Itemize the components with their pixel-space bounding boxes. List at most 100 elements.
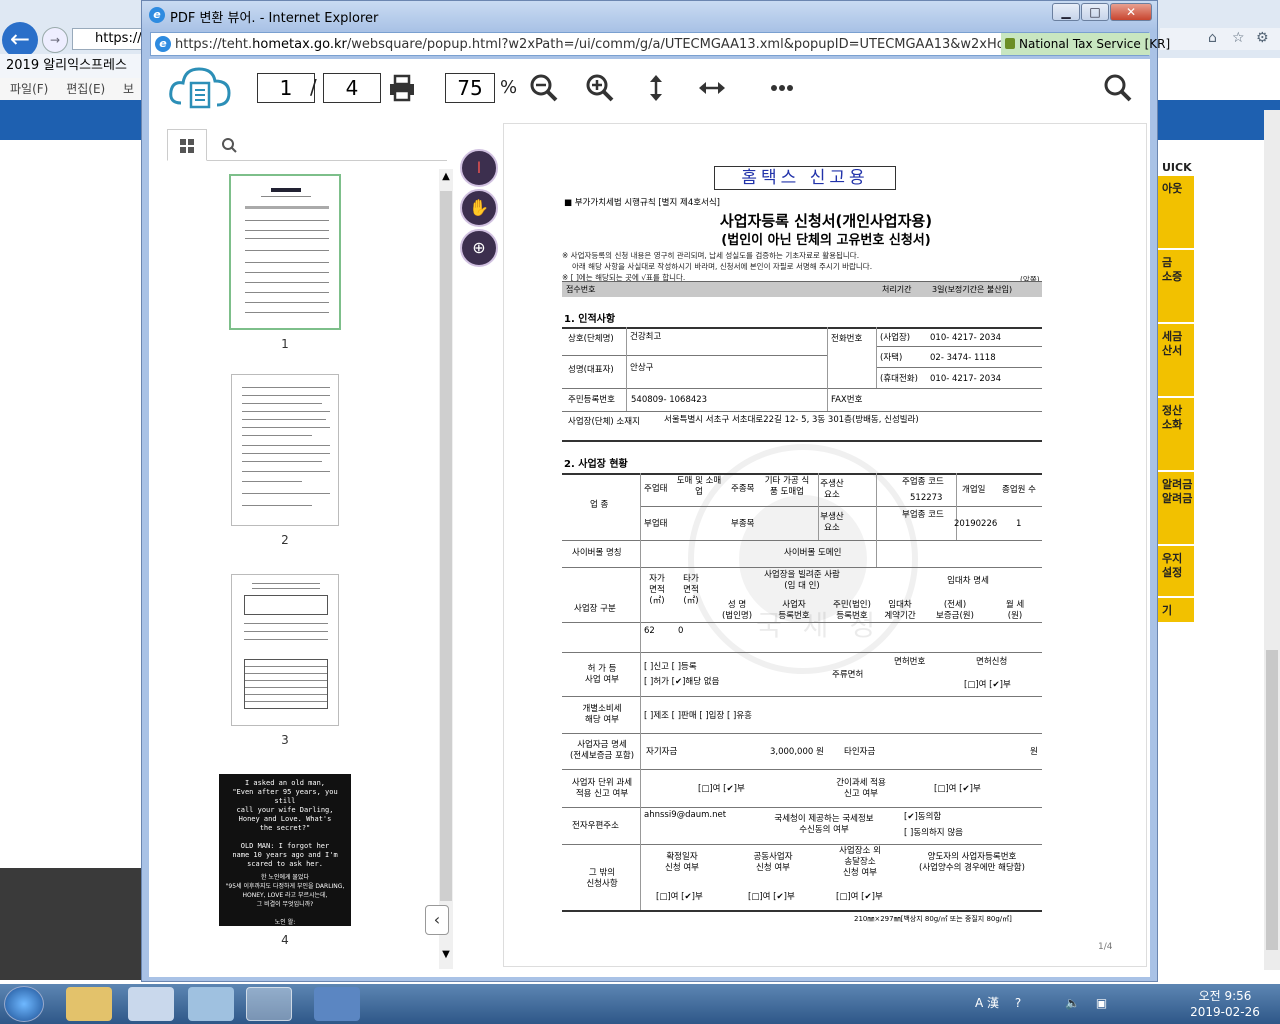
phone-mobile-value: 010- 4217- 2034 xyxy=(930,374,1002,384)
fit-width-icon[interactable] xyxy=(697,73,727,103)
forward-button[interactable]: → xyxy=(42,27,68,53)
simple-tax-label: 간이과세 적용 신고 여부 xyxy=(836,778,886,799)
menu-file[interactable]: 파일(F) xyxy=(10,82,48,96)
quick-item[interactable]: 알려금 알려금 xyxy=(1158,472,1194,544)
window-titlebar[interactable]: e PDF 변환 뷰어. - Internet Explorer ▁ □ ✕ xyxy=(142,1,1157,31)
address-url[interactable]: https://teht.hometax.go.kr/websquare/pop… xyxy=(175,37,1005,52)
section-1-title: 1. 인적사항 xyxy=(564,314,616,325)
taskbar-hwp-icon[interactable] xyxy=(314,987,360,1021)
bookmark-item[interactable]: 2019 알리익스프레스 xyxy=(0,54,145,78)
search-icon[interactable] xyxy=(1103,73,1133,103)
text-select-tool-icon[interactable]: I xyxy=(460,149,498,187)
processing-period-value: 3일(보정기간은 불산입) xyxy=(932,285,1013,294)
own-funds-value: 3,000,000 원 xyxy=(770,747,824,757)
scroll-down-icon[interactable]: ▼ xyxy=(439,949,453,960)
excise-label: 개별소비세 해당 여부 xyxy=(582,704,622,725)
scroll-up-icon[interactable]: ▲ xyxy=(439,171,453,182)
scrollbar-thumb[interactable] xyxy=(1266,650,1278,950)
quick-item-bottom[interactable]: 기 xyxy=(1158,598,1194,622)
ie-icon: e xyxy=(149,7,165,23)
volume-icon[interactable]: 🔈 xyxy=(1065,996,1080,1010)
main-item-value: 기타 가공 식품 도매업 xyxy=(764,476,810,497)
quick-item[interactable]: 금 소증 xyxy=(1158,250,1194,322)
address-bar[interactable]: e https://teht.hometax.go.kr/websquare/p… xyxy=(150,32,1170,56)
start-button[interactable] xyxy=(4,986,44,1022)
note-1: ※ 사업자등록의 신청 내용은 영구히 관리되며, 납세 성실도를 검증하는 기… xyxy=(562,251,860,260)
taskbar-notepad-icon[interactable] xyxy=(188,987,234,1021)
lessor-name-label: 성 명 (법인명) xyxy=(721,600,753,621)
own-funds-label: 자기자금 xyxy=(646,747,678,757)
tab-search[interactable] xyxy=(209,129,249,161)
minimize-button[interactable]: ▁ xyxy=(1052,3,1080,21)
other-requests-label: 그 밖의 신청사항 xyxy=(586,868,618,889)
thumbnail-panel: 1 2 3 I asked an old man, "Even after 95… xyxy=(155,129,453,969)
delivery-place-options: [□]여 [✔]부 xyxy=(836,892,883,902)
unit-tax-options: [□]여 [✔]부 xyxy=(698,784,745,794)
help-icon[interactable]: ? xyxy=(1015,996,1021,1010)
taskbar-paint-icon[interactable] xyxy=(128,987,174,1021)
fit-height-icon[interactable] xyxy=(641,73,671,103)
sidebar-tabs xyxy=(167,129,447,161)
maximize-button[interactable]: □ xyxy=(1081,3,1109,21)
search-icon xyxy=(222,138,237,153)
close-button[interactable]: ✕ xyxy=(1110,3,1152,21)
more-options-icon[interactable] xyxy=(767,73,797,103)
thumbnail-label: 3 xyxy=(281,733,289,747)
phone-business-value: 010- 4217- 2034 xyxy=(930,333,1002,343)
page4-english-text: I asked an old man, "Even after 95 years… xyxy=(232,779,338,868)
print-icon[interactable] xyxy=(387,73,417,103)
quick-menu: UICK 아웃 금 소증 세금 산서 정산 소화 알려금 알려금 우지 설정 기 xyxy=(1158,155,1194,645)
background-address-bar[interactable]: https://h xyxy=(72,28,152,50)
menu-edit[interactable]: 편집(E) xyxy=(66,82,105,96)
security-badge[interactable]: National Tax Service [KR] xyxy=(1001,33,1170,55)
network-icon[interactable]: ▣ xyxy=(1096,996,1107,1010)
thumbnail-page-4[interactable]: I asked an old man, "Even after 95 years… xyxy=(219,774,351,944)
employees-value: 1 xyxy=(1016,519,1022,529)
thumbnail-page-2[interactable] xyxy=(231,374,339,526)
main-type-value: 도매 및 소매업 xyxy=(676,476,722,497)
zoom-area-tool-icon[interactable]: ⊕ xyxy=(460,229,498,267)
quick-item[interactable]: 우지 설정 xyxy=(1158,546,1194,596)
taskbar-explorer-icon[interactable] xyxy=(66,987,112,1021)
home-icon[interactable]: ⌂ xyxy=(1208,30,1217,46)
license-number-label: 면허번호 xyxy=(894,657,926,667)
settings-icon[interactable]: ⚙ xyxy=(1256,30,1269,46)
zoom-in-icon[interactable] xyxy=(585,73,615,103)
main-type-label: 주업태 xyxy=(644,484,668,494)
quick-item[interactable]: 세금 산서 xyxy=(1158,324,1194,396)
email-label: 전자우편주소 xyxy=(572,821,619,831)
zoom-input[interactable]: 75 xyxy=(445,73,495,103)
simple-tax-options: [□]여 [✔]부 xyxy=(934,784,981,794)
quick-menu-title: UICK xyxy=(1162,161,1192,174)
thumbnail-scrollbar[interactable]: ▲ ▼ xyxy=(439,169,453,969)
ime-indicator[interactable]: A 漢 xyxy=(975,996,999,1010)
background-dark-panel xyxy=(0,868,145,980)
thumbnail-page-3[interactable] xyxy=(231,574,339,726)
favorites-icon[interactable]: ☆ xyxy=(1232,30,1245,46)
taskbar-ie-icon[interactable] xyxy=(246,987,292,1021)
thumbnail-page-1[interactable] xyxy=(229,174,341,330)
quick-item[interactable]: 아웃 xyxy=(1158,176,1194,248)
collapse-panel-button[interactable]: ‹ xyxy=(425,905,449,935)
hand-tool-icon[interactable]: ✋ xyxy=(460,189,498,227)
current-page-input[interactable]: 1 xyxy=(257,73,315,103)
system-tray: A 漢 ? 🔈 ▣ xyxy=(975,994,1107,1014)
clock[interactable]: 오전 9:56 2019-02-26 xyxy=(1180,988,1270,1020)
zoom-out-icon[interactable] xyxy=(529,73,559,103)
receipt-bar: 접수번호 처리기간 3일(보정기간은 불산입) xyxy=(562,281,1042,297)
own-area-label: 자가 면적 (㎡) xyxy=(649,574,665,606)
document-title: 사업자등록 신청서(개인사업자용) xyxy=(719,212,933,230)
lease-detail-label: 임대차 명세 xyxy=(947,576,989,586)
main-code-value: 512273 xyxy=(910,493,943,503)
resident-number-value: 540809- 1068423 xyxy=(631,395,708,405)
quick-item[interactable]: 정산 소화 xyxy=(1158,398,1194,470)
phone-mobile-label: (휴대전화) xyxy=(880,374,918,384)
trade-name-value: 건강최고 xyxy=(630,332,662,342)
scrollbar-thumb[interactable] xyxy=(440,191,452,901)
background-scrollbar[interactable] xyxy=(1264,110,1280,970)
tab-thumbnails[interactable] xyxy=(167,129,207,161)
other-funds-value: 원 xyxy=(1030,747,1038,757)
note-2: 아래 해당 사항을 사실대로 작성하시기 바라며, 신청서에 본인이 자필로 서… xyxy=(572,262,873,271)
back-button[interactable]: ← xyxy=(2,22,38,58)
sub-code-label: 부업종 코드 xyxy=(902,510,944,520)
